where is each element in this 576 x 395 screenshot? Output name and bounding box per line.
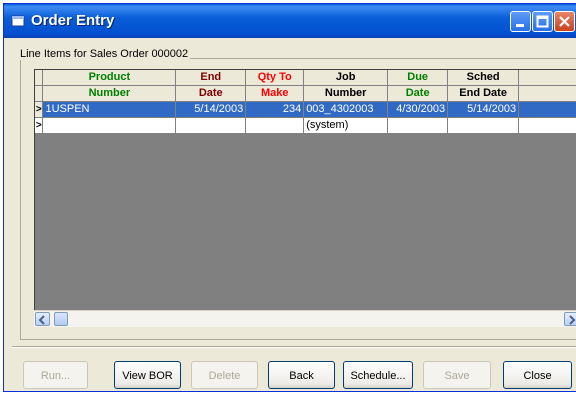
line-items-grid[interactable]: Product End Qty To Job Due Sched Number …	[34, 69, 576, 327]
close-window-button[interactable]	[554, 11, 575, 32]
close-icon	[559, 16, 570, 27]
column-header-sub[interactable]: Date	[387, 85, 449, 102]
delete-button[interactable]: Delete	[191, 361, 258, 389]
cell-extra[interactable]	[518, 117, 576, 134]
run-button[interactable]: Run...	[23, 361, 88, 389]
row-selector[interactable]: >	[35, 117, 44, 134]
window-title: Order Entry	[31, 12, 115, 29]
table-row[interactable]: > (system)	[35, 117, 576, 134]
save-button[interactable]: Save	[423, 361, 491, 389]
cell-sched-end-date[interactable]: 5/14/2003	[447, 101, 520, 118]
column-header-sub[interactable]: End Date	[447, 85, 520, 102]
column-header[interactable]: Due	[387, 70, 449, 86]
view-bor-button[interactable]: View BOR	[114, 361, 181, 389]
table-row[interactable]: > 1USPEN 5/14/2003 234 003_4302003 4/30/…	[35, 101, 576, 118]
grid-header-row-1: Product End Qty To Job Due Sched	[35, 70, 576, 86]
column-header-sub[interactable]: Number	[42, 85, 177, 102]
close-button[interactable]: Close	[503, 361, 572, 389]
column-header[interactable]	[518, 70, 576, 86]
grid-header-row-2: Number Date Make Number Date End Date	[35, 85, 576, 102]
column-header[interactable]: Product	[42, 70, 177, 86]
arrow-right-icon	[569, 315, 576, 325]
corner-cell	[35, 85, 44, 102]
column-header[interactable]: Job	[303, 70, 389, 86]
grid-table: Product End Qty To Job Due Sched Number …	[35, 70, 576, 134]
row-pointer-icon: >	[35, 104, 42, 115]
cell-job-number[interactable]: 003_4302003	[303, 101, 389, 118]
horizontal-scrollbar[interactable]	[34, 310, 576, 327]
schedule-button[interactable]: Schedule...	[343, 361, 413, 389]
column-header[interactable]: Sched	[447, 70, 520, 86]
divider	[12, 346, 576, 348]
minimize-icon	[516, 24, 524, 27]
cell-sched-end-date[interactable]	[447, 117, 520, 134]
maximize-button[interactable]	[532, 11, 553, 32]
cell-due-date[interactable]: 4/30/2003	[387, 101, 449, 118]
corner-cell	[35, 70, 44, 86]
cell-due-date[interactable]	[387, 117, 449, 134]
column-header[interactable]: End	[175, 70, 247, 86]
scroll-left-button[interactable]	[35, 312, 50, 326]
cell-end-date[interactable]	[175, 117, 247, 134]
cell-product-number[interactable]: 1USPEN	[42, 101, 177, 118]
row-pointer-icon: >	[35, 120, 42, 131]
cell-product-number[interactable]	[42, 117, 177, 134]
cell-end-date[interactable]: 5/14/2003	[175, 101, 247, 118]
row-selector[interactable]: >	[35, 101, 44, 118]
column-header-sub[interactable]: Number	[303, 85, 389, 102]
minimize-button[interactable]	[510, 11, 531, 32]
app-icon	[11, 15, 25, 27]
group-label: Line Items for Sales Order 000002	[18, 48, 191, 60]
maximize-icon	[536, 15, 549, 28]
order-entry-window: Order Entry Line Items for Sales Order 0…	[3, 3, 576, 392]
column-header-sub[interactable]	[518, 85, 576, 102]
scroll-thumb[interactable]	[54, 312, 68, 326]
column-header[interactable]: Qty To	[245, 70, 305, 86]
back-button[interactable]: Back	[268, 361, 335, 389]
scroll-right-button[interactable]	[564, 312, 576, 326]
column-header-sub[interactable]: Date	[175, 85, 247, 102]
cell-job-number[interactable]: (system)	[303, 117, 389, 134]
cell-extra[interactable]	[518, 101, 576, 118]
cell-qty-to-make[interactable]: 234	[245, 101, 305, 118]
cell-qty-to-make[interactable]	[245, 117, 305, 134]
column-header-sub[interactable]: Make	[245, 85, 305, 102]
arrow-left-icon	[38, 315, 45, 325]
title-bar[interactable]: Order Entry	[4, 4, 576, 38]
